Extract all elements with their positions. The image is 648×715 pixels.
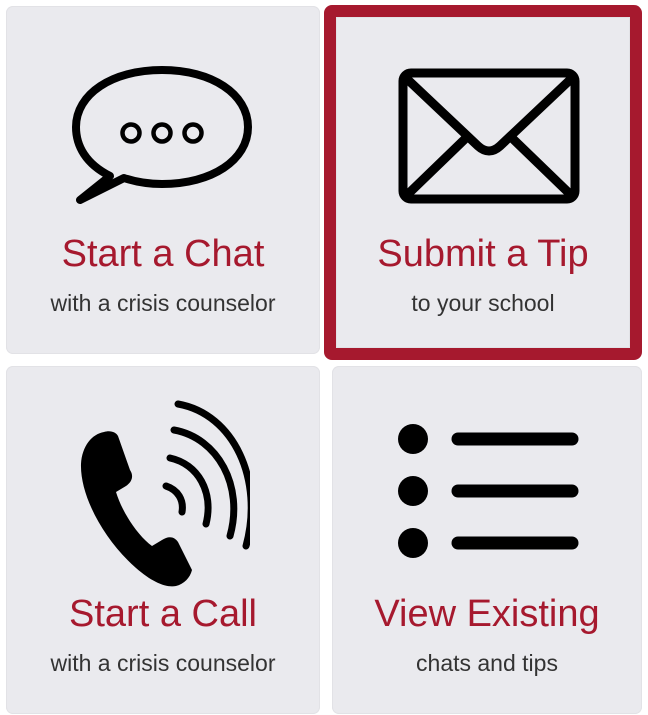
start-call-title: Start a Call	[69, 593, 257, 635]
start-chat-title: Start a Chat	[61, 233, 265, 275]
envelope-icon	[398, 68, 580, 204]
view-existing-title: View Existing	[374, 593, 600, 635]
start-chat-subtitle: with a crisis counselor	[50, 290, 276, 316]
start-call-tile[interactable]: Start a Call with a crisis counselor	[6, 366, 320, 714]
phone-icon	[80, 400, 250, 587]
list-icon	[398, 424, 579, 558]
submit-tip-subtitle: to your school	[411, 290, 555, 316]
view-existing-tile[interactable]: View Existing chats and tips	[332, 366, 642, 714]
start-call-subtitle: with a crisis counselor	[50, 650, 276, 676]
view-existing-subtitle: chats and tips	[416, 650, 558, 676]
submit-tip-title: Submit a Tip	[377, 233, 589, 275]
start-chat-tile[interactable]: Start a Chat with a crisis counselor	[6, 6, 320, 354]
submit-tip-tile[interactable]: Submit a Tip to your school	[324, 5, 642, 360]
menu-grid: Start a Chat with a crisis counselor Sub…	[0, 0, 648, 715]
chat-bubble-icon	[72, 66, 252, 204]
